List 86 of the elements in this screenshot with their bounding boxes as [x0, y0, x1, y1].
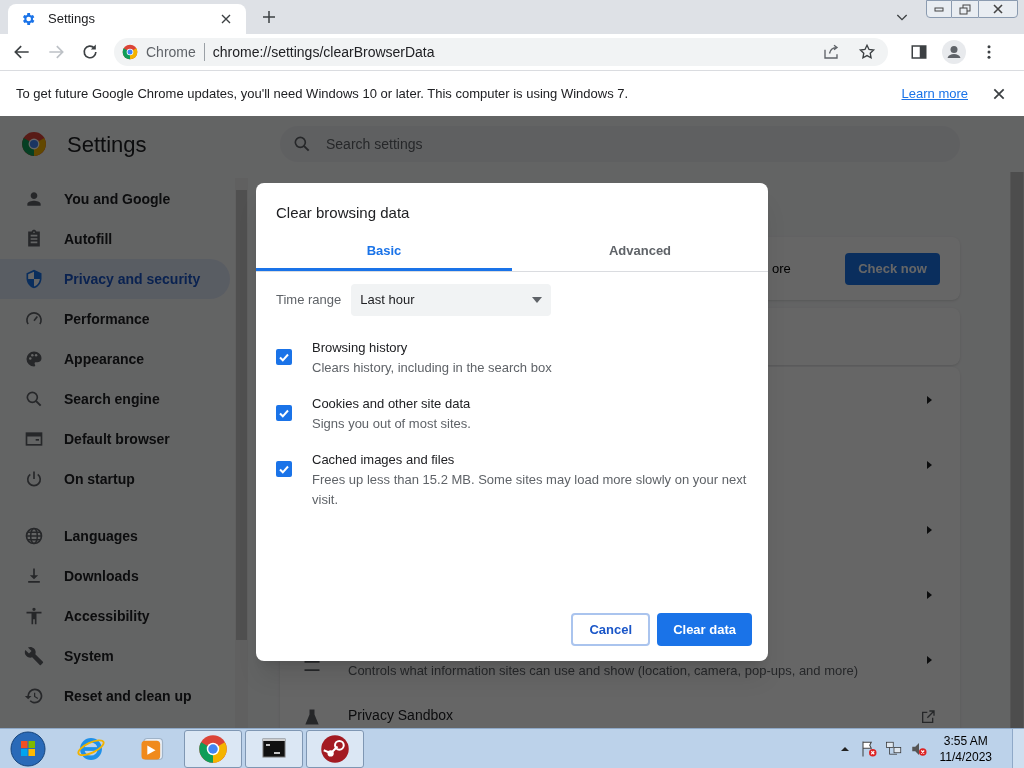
url-text: chrome://settings/clearBrowserData	[212, 42, 436, 62]
tab-title: Settings	[48, 10, 96, 29]
dialog-tab[interactable]: Basic	[256, 233, 512, 271]
chevron-right-icon[interactable]	[924, 394, 934, 405]
close-icon	[992, 4, 1004, 14]
sidebar-item[interactable]: Appearance	[0, 339, 230, 379]
power-icon	[24, 469, 44, 489]
check-now-button[interactable]: Check now	[845, 252, 940, 285]
history-icon	[24, 686, 44, 706]
palette-icon	[24, 349, 44, 369]
scrollbar[interactable]	[1010, 172, 1024, 728]
chevron-right-icon[interactable]	[924, 589, 934, 600]
search-icon	[292, 134, 312, 154]
option-title: Browsing history	[312, 338, 409, 357]
minimize-icon	[934, 6, 944, 12]
site-label: Chrome	[146, 42, 196, 62]
option-title: Cookies and other site data	[312, 394, 472, 413]
sidebar-item[interactable]: Search engine	[0, 379, 230, 419]
option-title: Cached images and files	[312, 450, 456, 469]
chrome-logo-icon[interactable]	[198, 733, 228, 764]
gear-icon	[20, 11, 36, 27]
search-icon	[24, 389, 44, 409]
search-field[interactable]: Search settings	[280, 126, 960, 162]
sidebar-item[interactable]: Performance	[0, 299, 230, 339]
sidebar-item[interactable]: Reset and clean up	[0, 676, 230, 716]
sidebar-item[interactable]: System	[0, 636, 230, 676]
new-tab-icon[interactable]	[260, 8, 278, 26]
option-description: Clears history, including in the search box	[312, 358, 553, 377]
checkbox[interactable]	[276, 404, 292, 421]
flag-icon[interactable]	[859, 739, 878, 758]
time-range-dropdown[interactable]: Last hour	[351, 283, 552, 316]
profile-avatar-icon[interactable]	[942, 40, 966, 64]
flask-icon	[302, 707, 322, 727]
privacy-sandbox-label: Privacy Sandbox	[348, 705, 455, 725]
star-icon[interactable]	[858, 43, 876, 61]
taskbar-button[interactable]	[245, 729, 303, 768]
sidebar-item[interactable]: You and Google	[0, 179, 230, 219]
accessibility-icon	[24, 606, 44, 626]
scrollbar[interactable]	[235, 178, 248, 728]
chevron-right-icon[interactable]	[924, 654, 934, 665]
sidebar-item[interactable]: Privacy and security	[0, 259, 230, 299]
update-message: To get future Google Chrome updates, you'll need Windows 10 or later. This computer is using Windows 7.	[16, 84, 630, 103]
globe-icon	[24, 526, 44, 546]
chevron-right-icon[interactable]	[924, 524, 934, 535]
sidebar-item[interactable]: On startup	[0, 459, 230, 499]
settings-title: Settings	[67, 130, 147, 159]
dialog-title: Clear browsing data	[275, 203, 411, 223]
checkbox[interactable]	[276, 348, 292, 365]
steam-icon[interactable]	[320, 733, 350, 764]
clock[interactable]: 3:55 AM 11/4/2023	[939, 732, 992, 765]
network-icon[interactable]	[884, 739, 903, 758]
external-link-icon[interactable]	[920, 709, 936, 725]
shield-icon	[24, 269, 44, 289]
start-button[interactable]	[8, 728, 48, 768]
wrench-icon	[24, 646, 44, 666]
checkbox[interactable]	[276, 460, 292, 477]
browser-tab[interactable]: Settings	[8, 4, 246, 34]
browser-window-icon	[24, 429, 44, 449]
cancel-button[interactable]: Cancel	[571, 613, 651, 646]
time-range-label: Time range	[276, 290, 342, 309]
terminal-icon[interactable]	[259, 736, 289, 761]
restore-button[interactable]	[952, 0, 978, 18]
option-description: Signs you out of most sites.	[312, 414, 472, 433]
share-icon[interactable]	[822, 43, 840, 61]
safety-check-text: ore	[772, 259, 792, 278]
chrome-logo-icon	[21, 131, 47, 157]
sidebar-item[interactable]: Downloads	[0, 556, 230, 596]
sidebar-item[interactable]: Accessibility	[0, 596, 230, 636]
chevron-right-icon[interactable]	[924, 459, 934, 470]
address-bar[interactable]: Chrome chrome://settings/clearBrowserData	[114, 38, 888, 66]
close-icon[interactable]	[992, 86, 1006, 101]
learn-more-link[interactable]: Learn more	[901, 83, 968, 104]
minimize-button[interactable]	[926, 0, 952, 18]
reload-icon[interactable]	[80, 42, 100, 62]
option-description: Frees up less than 15.2 MB. Some sites may load more slowly on your next visit.	[312, 470, 748, 509]
restore-icon	[959, 3, 971, 15]
taskbar-button[interactable]	[306, 729, 364, 768]
dialog-tab[interactable]: Advanced	[512, 233, 768, 271]
chrome-logo-icon	[122, 44, 138, 60]
sidebar-item[interactable]: Autofill	[0, 219, 230, 259]
site-settings-description: Controls what information sites can use and show (location, camera, pop-ups, and more)	[348, 661, 860, 680]
sidebar-item[interactable]: Default browser	[0, 419, 230, 459]
sidebar-item[interactable]: Languages	[0, 516, 230, 556]
close-window-button[interactable]	[978, 0, 1018, 18]
clear-data-button[interactable]: Clear data	[657, 613, 752, 646]
side-panel-icon[interactable]	[910, 43, 928, 61]
